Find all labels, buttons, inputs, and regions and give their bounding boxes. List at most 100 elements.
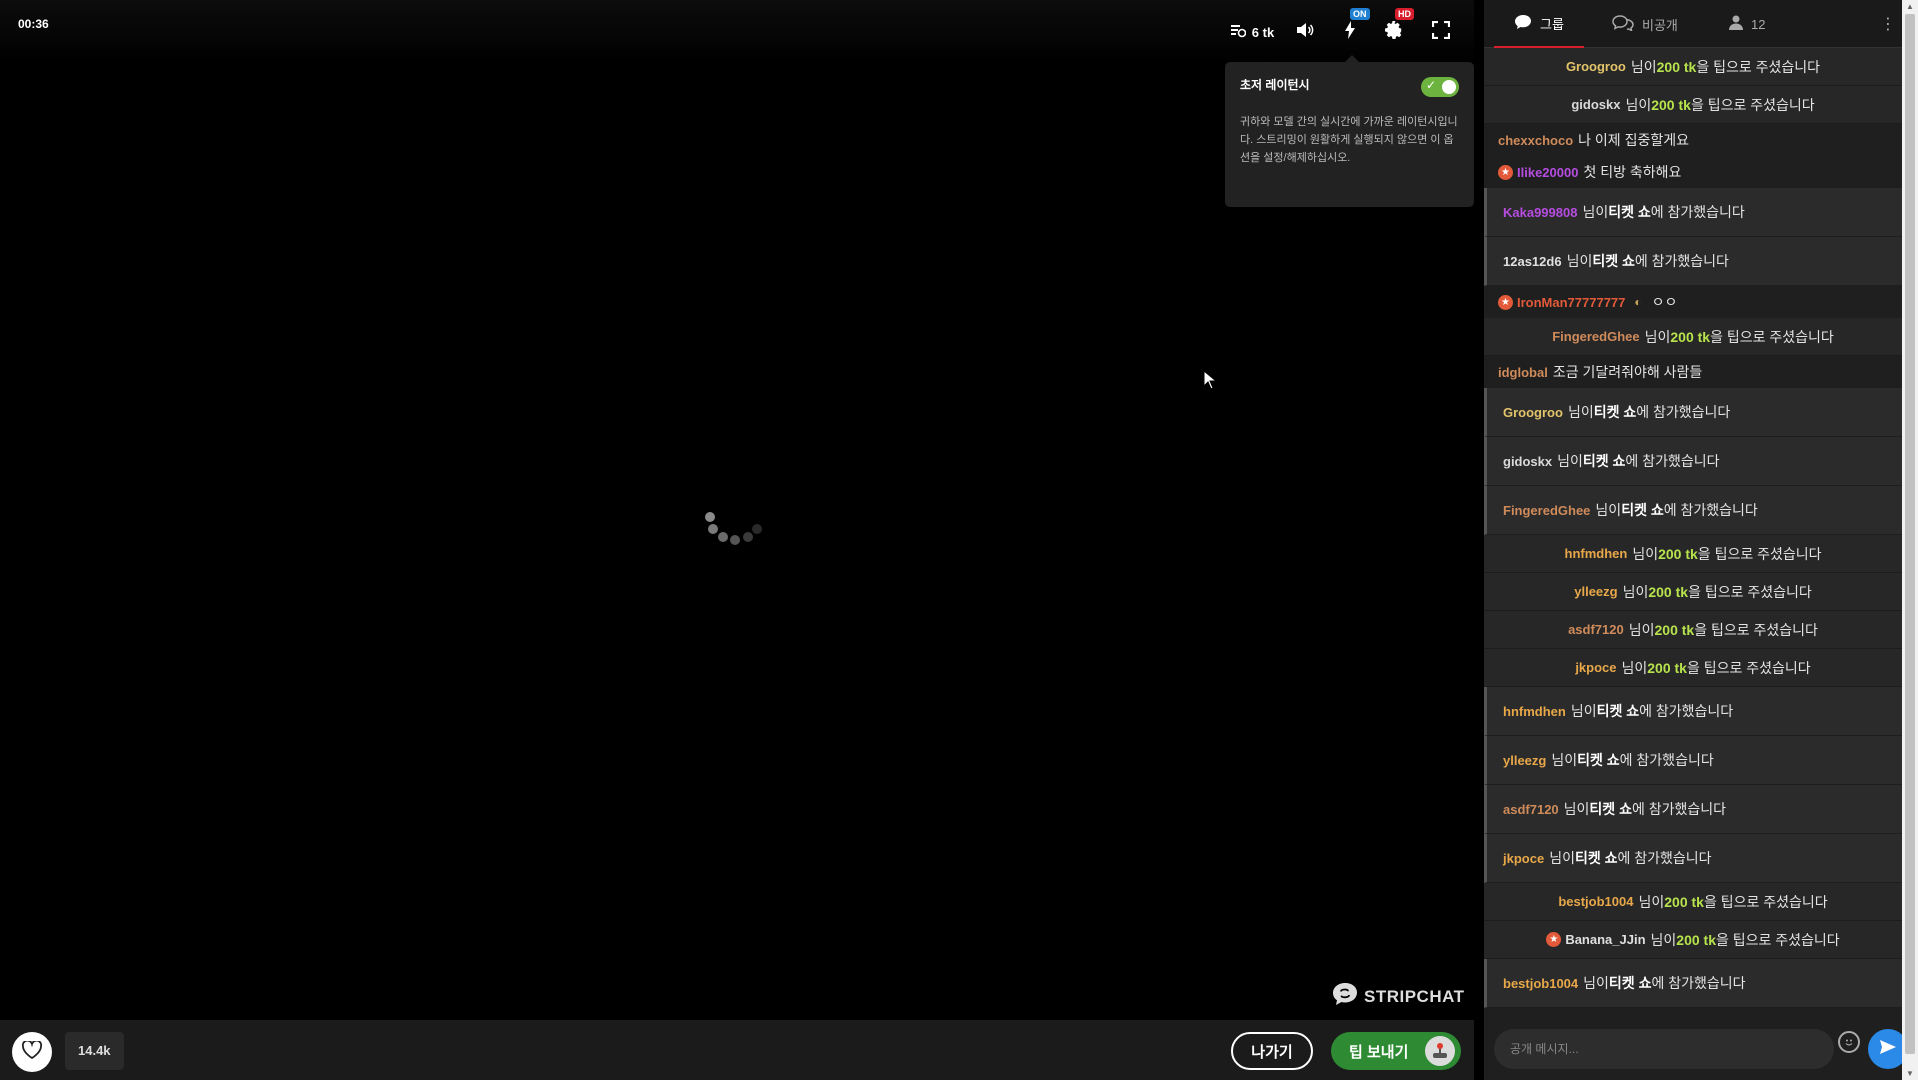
favorite-button[interactable] [12,1032,52,1072]
chat-username[interactable]: ylleezg [1503,753,1546,768]
send-tip-button[interactable]: 팁 보내기 [1331,1032,1461,1070]
tip-amount: 200 tk [1656,58,1697,75]
star-badge-icon: ★ [1498,164,1513,180]
chat-username[interactable]: gidoskx [1503,454,1552,469]
message-text: 님이 [1583,975,1609,991]
chat-username[interactable]: bestjob1004 [1503,976,1578,991]
stream-timer: 00:36 [18,17,49,31]
fullscreen-icon [1431,20,1451,44]
send-tip-label: 팁 보내기 [1349,1043,1409,1061]
check-icon: ✓ [1426,78,1437,92]
ticket-show-label: 티켓 쇼 [1574,850,1618,866]
scrollbar-thumb[interactable] [1905,14,1915,1054]
chat-message: idglobal 조금 기달려줘야해 사람들 [1484,356,1902,388]
chat-username[interactable]: ylleezg [1574,584,1617,599]
ticket-show-label: 티켓 쇼 [1608,975,1652,991]
volume-button[interactable] [1292,20,1318,44]
chat-username[interactable]: jkpoce [1575,660,1616,675]
tab-group-chat[interactable]: 그룹 [1494,0,1584,48]
chat-username[interactable]: Ilike20000 [1517,165,1578,180]
message-text: 님이 [1582,204,1609,220]
tip-message: ★ Banana_JJin 님이 200 tk 을 팁으로 주셨습니다 [1484,921,1902,959]
tip-message: FingeredGhee 님이 200 tk 을 팁으로 주셨습니다 [1484,318,1902,356]
message-text: 을 팁으로 주셨습니다 [1697,545,1822,562]
tip-message: asdf7120 님이 200 tk 을 팁으로 주셨습니다 [1484,611,1902,649]
tip-amount: 200 tk [1654,621,1695,638]
token-queue-button[interactable]: 6 tk [1224,20,1280,44]
page-scrollbar[interactable]: ▲ ▼ [1902,0,1918,1080]
send-icon [1879,1039,1897,1060]
message-text: 을 팁으로 주셨습니다 [1715,931,1840,948]
chat-username[interactable]: asdf7120 [1503,802,1559,817]
chat-username[interactable]: jkpoce [1503,851,1544,866]
player-top-bar: 00:36 6 tk ON HD [0,0,1474,64]
chat-username[interactable]: FingeredGhee [1503,503,1590,518]
message-text: 님이 [1632,545,1659,562]
chat-username[interactable]: idglobal [1498,365,1548,380]
shield-icon: ◐ [1634,295,1642,309]
tab-private-chat[interactable]: 비공개 [1612,0,1712,48]
chat-bubble-logo-icon [1332,982,1358,1011]
chat-input-area [1484,1013,1908,1080]
tip-message: ylleezg 님이 200 tk 을 팁으로 주셨습니다 [1484,573,1902,611]
join-message: asdf7120 님이 티켓 쇼에 참가했습니다 [1484,785,1902,834]
ticket-show-label: 티켓 쇼 [1592,253,1635,269]
chat-username[interactable]: bestjob1004 [1558,894,1633,909]
token-count: 6 tk [1251,24,1275,40]
message-text: 님이 [1630,58,1657,75]
public-message-input[interactable] [1494,1029,1834,1069]
message-text: 에 참가했습니다 [1617,850,1712,866]
settings-button[interactable]: HD [1382,8,1414,44]
ticket-show-label: 티켓 쇼 [1608,204,1651,220]
message-text: 님이 [1557,453,1583,469]
chat-message: ★ IronMan77777777 ◐ ㅇㅇ [1484,286,1902,318]
tip-message: bestjob1004 님이 200 tk 을 팁으로 주셨습니다 [1484,883,1902,921]
more-options-icon[interactable]: ⋮ [1880,0,1896,48]
latency-button[interactable]: ON [1338,8,1370,44]
message-text: 에 참가했습니다 [1639,703,1734,719]
tip-amount: 200 tk [1651,96,1691,113]
message-text: 에 참가했습니다 [1663,502,1758,518]
chat-bubble-icon [1514,14,1532,33]
join-message: 12as12d6 님이 티켓 쇼에 참가했습니다 [1484,237,1902,286]
chat-username[interactable]: gidoskx [1571,97,1620,112]
chat-username[interactable]: Groogroo [1566,59,1626,74]
chat-username[interactable]: asdf7120 [1568,622,1624,637]
scroll-down-arrow-icon[interactable]: ▼ [1906,1069,1914,1078]
leave-button[interactable]: 나가기 [1231,1032,1313,1070]
latency-on-badge: ON [1350,8,1370,20]
message-text: 에 참가했습니다 [1650,204,1745,220]
video-player[interactable]: 00:36 6 tk ON HD 초저 레이턴시 ✓ 귀하와 모델 간의 실시간… [0,0,1474,1020]
chat-username[interactable]: chexxchoco [1498,133,1573,148]
chat-username[interactable]: Kaka999808 [1503,205,1577,220]
tip-amount: 200 tk [1664,893,1704,910]
join-message: jkpoce 님이 티켓 쇼에 참가했습니다 [1484,834,1902,883]
tip-amount: 200 tk [1647,659,1687,676]
brand-name: STRIPCHAT [1364,986,1465,1006]
chat-bubbles-icon [1612,14,1634,34]
message-text: 님이 [1625,96,1652,113]
chat-username[interactable]: FingeredGhee [1552,329,1639,344]
scroll-up-arrow-icon[interactable]: ▲ [1906,2,1914,11]
fullscreen-button[interactable] [1428,20,1454,44]
join-message: bestjob1004 님이 티켓 쇼에 참가했습니다 [1484,959,1902,1008]
chat-username[interactable]: Banana_JJin [1565,932,1645,947]
joystick-icon [1425,1036,1455,1066]
latency-toggle[interactable]: ✓ [1421,77,1459,97]
chat-username[interactable]: Groogroo [1503,405,1563,420]
chat-username[interactable]: hnfmdhen [1503,704,1566,719]
mouse-cursor-icon [1203,369,1218,390]
toggle-knob [1442,80,1456,94]
tab-private-label: 비공개 [1642,17,1678,33]
message-text: 을 팁으로 주셨습니다 [1710,328,1834,345]
emoji-icon[interactable] [1838,1031,1860,1053]
token-queue-icon [1230,24,1247,41]
chat-username[interactable]: hnfmdhen [1565,546,1628,561]
hd-badge: HD [1395,8,1414,20]
chat-username[interactable]: 12as12d6 [1503,254,1562,269]
tab-users[interactable]: 12 [1729,0,1799,48]
chat-panel: 그룹 비공개 12 ⋮ Groogroo 님이 200 tk 을 팁으로 주셨습니다… [1484,0,1908,1080]
message-text: 님이 [1570,703,1597,719]
message-text: 님이 [1628,621,1655,638]
chat-username[interactable]: IronMan77777777 [1517,295,1625,310]
